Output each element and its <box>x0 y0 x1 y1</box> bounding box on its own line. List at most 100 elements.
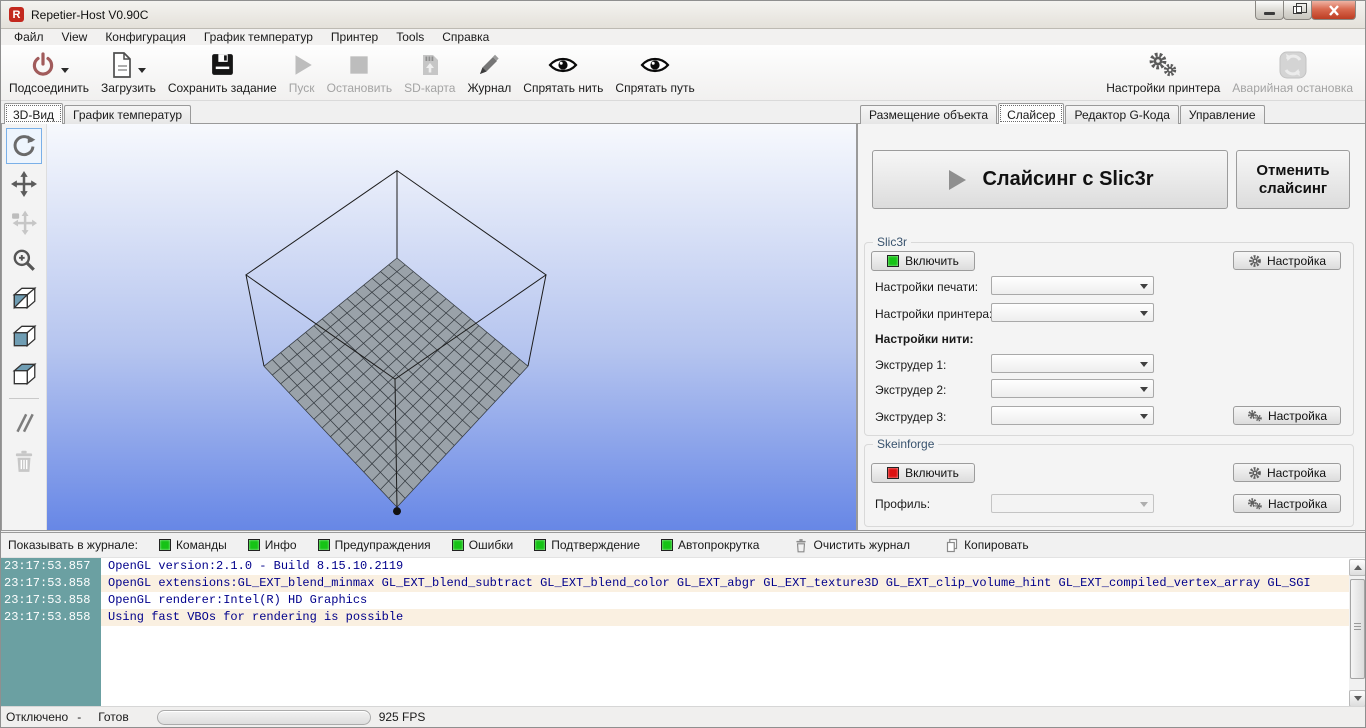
view-toolstrip <box>2 124 47 530</box>
print-settings-combo[interactable] <box>991 276 1154 295</box>
extruder-config-button[interactable]: Настройка <box>1233 406 1341 425</box>
menu-help[interactable]: Справка <box>433 30 498 44</box>
menu-config[interactable]: Конфигурация <box>96 30 195 44</box>
green-led-icon <box>318 539 330 551</box>
log-output[interactable]: 23:17:53.857 OpenGL version:2.1.0 - Buil… <box>1 558 1366 708</box>
load-dropdown-icon[interactable] <box>138 68 146 73</box>
main-area: 3D-Вид График температур <box>1 101 1366 532</box>
toggle-info[interactable]: Инфо <box>248 538 297 552</box>
clear-log-button[interactable]: Очистить журнал <box>794 538 910 553</box>
skeinforge-group-title: Skeinforge <box>873 437 938 451</box>
toggle-ack[interactable]: Подтверждение <box>534 538 640 552</box>
window-controls <box>1256 1 1356 20</box>
scroll-down-button[interactable] <box>1349 690 1366 707</box>
cross-section-tool[interactable] <box>6 405 42 441</box>
toolstrip-separator <box>9 398 39 399</box>
log-scrollbar[interactable] <box>1349 559 1366 707</box>
gl-viewport[interactable] <box>47 124 856 530</box>
chevron-down-icon <box>1140 362 1148 367</box>
close-button[interactable] <box>1311 1 1356 20</box>
tab-manual-control[interactable]: Управление <box>1180 105 1265 124</box>
grip-icon <box>1354 626 1361 627</box>
pencil-icon <box>476 52 502 78</box>
restore-button[interactable] <box>1283 1 1312 20</box>
green-led-icon <box>159 539 171 551</box>
view-top-icon <box>10 361 38 387</box>
view-front-icon <box>10 323 38 349</box>
view-iso-button[interactable] <box>6 280 42 316</box>
connect-dropdown-icon[interactable] <box>61 68 69 73</box>
skeinforge-config-button[interactable]: Настройка <box>1233 463 1341 482</box>
menu-printer[interactable]: Принтер <box>322 30 387 44</box>
zoom-icon <box>11 247 37 273</box>
stop-icon <box>346 52 372 78</box>
hide-filament-button[interactable]: Спрятать нить <box>517 48 609 95</box>
rotate-tool[interactable] <box>6 128 42 164</box>
skeinforge-enable-button[interactable]: Включить <box>871 463 975 483</box>
extruder1-label: Экструдер 1: <box>875 358 946 372</box>
extruder3-combo[interactable] <box>991 406 1154 425</box>
connection-status: Отключено <box>6 710 68 724</box>
log-section: Показывать в журнале: Команды Инфо Преду… <box>1 532 1366 708</box>
printer-settings-button[interactable]: Настройки принтера <box>1100 48 1226 95</box>
menu-temp-graph[interactable]: График температур <box>195 30 322 44</box>
tab-3d-view[interactable]: 3D-Вид <box>4 103 63 124</box>
toggle-autoscroll[interactable]: Автопрокрутка <box>661 538 759 552</box>
tab-object-placement[interactable]: Размещение объекта <box>860 105 997 124</box>
view-top-button[interactable] <box>6 356 42 392</box>
view-panel: 3D-Вид График температур <box>1 101 857 532</box>
tab-temp-graph[interactable]: График температур <box>64 105 191 124</box>
green-led-icon <box>534 539 546 551</box>
red-led-icon <box>887 467 899 479</box>
green-led-icon <box>661 539 673 551</box>
zoom-tool[interactable] <box>6 242 42 278</box>
status-bar: Отключено - Готов 925 FPS <box>1 706 1366 727</box>
load-button[interactable]: Загрузить <box>95 48 162 95</box>
fps-counter: 925 FPS <box>379 710 426 724</box>
menu-view[interactable]: View <box>53 30 97 44</box>
move-viewport-tool[interactable] <box>6 166 42 202</box>
copy-log-button[interactable]: Копировать <box>945 538 1029 553</box>
toggle-warnings[interactable]: Предупраждения <box>318 538 431 552</box>
log-button[interactable]: Журнал <box>461 48 517 95</box>
green-led-icon <box>248 539 260 551</box>
toggle-commands[interactable]: Команды <box>159 538 227 552</box>
trash-icon <box>794 538 808 553</box>
app-window: R Repetier-Host V0.90C Файл View Конфигу… <box>0 0 1366 728</box>
slice-button[interactable]: Слайсинг с Slic3r <box>872 150 1228 209</box>
view-tabpage <box>1 123 857 531</box>
arrow-up-icon <box>1354 565 1362 570</box>
profile-config-button[interactable]: Настройка <box>1233 494 1341 513</box>
menu-tools[interactable]: Tools <box>387 30 433 44</box>
title-bar: R Repetier-Host V0.90C <box>1 1 1365 29</box>
connect-button[interactable]: Подсоединить <box>3 48 95 95</box>
toggle-errors[interactable]: Ошибки <box>452 538 514 552</box>
profile-combo <box>991 494 1154 513</box>
save-job-button[interactable]: Сохранить задание <box>162 48 283 95</box>
extruder2-combo[interactable] <box>991 379 1154 398</box>
window-title: Repetier-Host V0.90C <box>31 8 148 22</box>
menu-file[interactable]: Файл <box>5 30 53 44</box>
cancel-slice-button[interactable]: Отменить слайсинг <box>1236 150 1350 209</box>
move-object-tool <box>6 204 42 240</box>
rotate-icon <box>11 133 37 159</box>
copy-icon <box>945 538 959 553</box>
printer-settings-combo[interactable] <box>991 303 1154 322</box>
view-front-button[interactable] <box>6 318 42 354</box>
log-row: 23:17:53.858 OpenGL renderer:Intel(R) HD… <box>1 592 1366 609</box>
sd-card-icon <box>417 51 443 79</box>
scrollbar-thumb[interactable] <box>1350 579 1365 679</box>
sd-card-button: SD-карта <box>398 48 461 95</box>
scroll-up-button[interactable] <box>1349 559 1366 576</box>
tab-slicer[interactable]: Слайсер <box>998 103 1064 124</box>
slic3r-enable-button[interactable]: Включить <box>871 251 975 271</box>
chevron-down-icon <box>1140 502 1148 507</box>
toolbar-right-group: Настройки принтера Аварийная остановка <box>1100 48 1359 95</box>
tab-gcode-editor[interactable]: Редактор G-Кода <box>1065 105 1178 124</box>
delete-object-tool <box>6 443 42 479</box>
minimize-button[interactable] <box>1255 1 1284 20</box>
hide-path-button[interactable]: Спрятать путь <box>609 48 700 95</box>
slic3r-config-button[interactable]: Настройка <box>1233 251 1341 270</box>
green-led-icon <box>452 539 464 551</box>
extruder1-combo[interactable] <box>991 354 1154 373</box>
